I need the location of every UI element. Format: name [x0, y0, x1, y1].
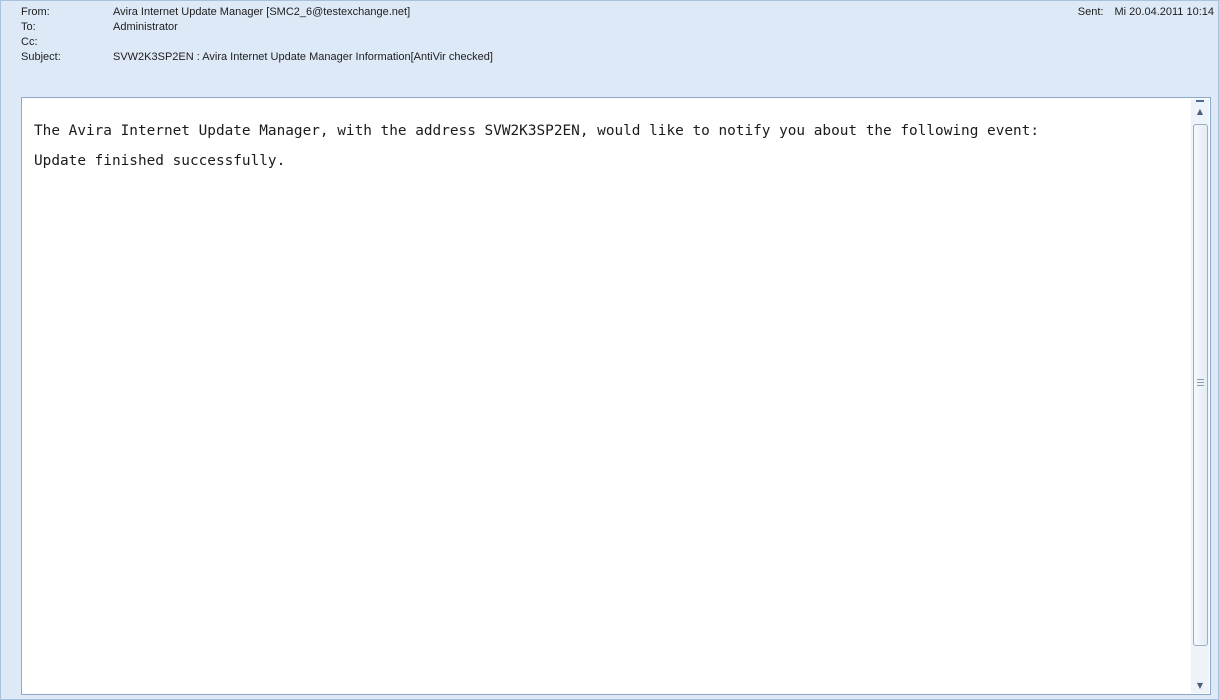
subject-label: Subject:	[21, 51, 61, 63]
scrollbar-top-marker	[1196, 100, 1204, 102]
vertical-scrollbar[interactable]: ▲ ▼	[1191, 99, 1209, 693]
from-value[interactable]: Avira Internet Update Manager [SMC2_6@te…	[113, 5, 410, 20]
cc-label: Cc:	[21, 36, 38, 48]
from-label: From:	[21, 6, 50, 18]
scroll-down-arrow-icon[interactable]: ▼	[1191, 677, 1209, 693]
message-header: From: Avira Internet Update Manager [SMC…	[1, 1, 1218, 93]
body-line-notification: The Avira Internet Update Manager, with …	[34, 123, 1040, 139]
sent-row: Sent: Mi 20.04.2011 10:14	[1078, 5, 1214, 20]
message-body-text: The Avira Internet Update Manager, with …	[34, 116, 1184, 176]
body-line-status: Update finished successfully.	[34, 153, 286, 169]
message-body[interactable]: The Avira Internet Update Manager, with …	[21, 97, 1211, 695]
message-window: From: Avira Internet Update Manager [SMC…	[0, 0, 1219, 700]
scrollbar-grip-icon	[1197, 379, 1204, 386]
subject-value: SVW2K3SP2EN : Avira Internet Update Mana…	[113, 51, 493, 63]
scroll-up-arrow-icon[interactable]: ▲	[1191, 103, 1209, 119]
to-label: To:	[21, 21, 36, 33]
scrollbar-thumb[interactable]	[1193, 124, 1208, 646]
to-value[interactable]: Administrator	[113, 20, 178, 35]
sent-label: Sent:	[1077, 6, 1104, 18]
sent-value: Mi 20.04.2011 10:14	[1114, 6, 1214, 18]
